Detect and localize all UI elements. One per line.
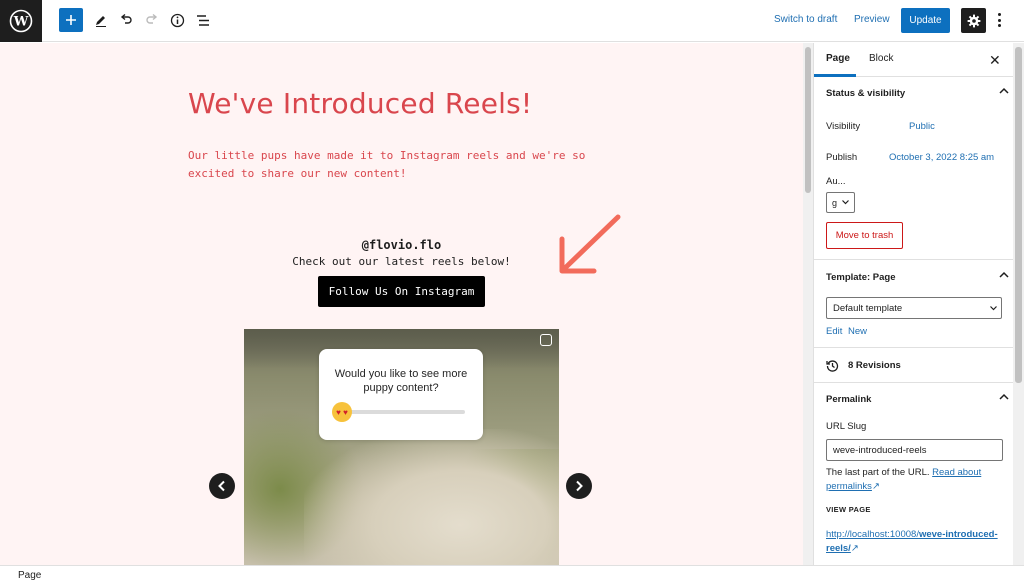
url-slug-input[interactable]: weve-introduced-reels <box>826 439 1003 461</box>
template-panel-toggle[interactable]: Template: Page <box>826 271 1013 283</box>
editor-footer: Page <box>0 565 1024 583</box>
sidebar-tabs: Page Block ✕ <box>814 43 1013 77</box>
chevron-down-icon <box>842 200 849 205</box>
author-label: Au... <box>826 176 846 187</box>
settings-gear-icon[interactable] <box>961 8 986 33</box>
reel-sand-path <box>304 429 559 565</box>
heart-eyes-emoji-icon[interactable]: ♥ ♥ <box>332 402 352 422</box>
tab-block[interactable]: Block <box>869 53 893 64</box>
canvas-scrollbar-thumb[interactable] <box>805 47 811 193</box>
close-icon[interactable]: ✕ <box>989 52 1001 69</box>
external-link-icon: ↗ <box>850 543 859 554</box>
breadcrumb[interactable]: Page <box>18 570 41 581</box>
author-select[interactable]: g <box>826 192 855 213</box>
permalink-url[interactable]: http://localhost:10008/weve-introduced-r… <box>826 528 1002 556</box>
external-link-icon: ↗ <box>871 481 880 492</box>
move-to-trash-button[interactable]: Move to trash <box>826 222 903 249</box>
divider <box>814 347 1013 348</box>
author-value: g <box>832 197 838 208</box>
canvas-scrollbar[interactable] <box>803 43 813 565</box>
template-new-link[interactable]: New <box>848 326 867 337</box>
divider <box>814 259 1013 260</box>
add-block-button[interactable] <box>59 8 83 32</box>
chevron-up-icon <box>999 87 1009 94</box>
divider <box>814 382 1013 383</box>
chevron-up-icon <box>999 271 1009 278</box>
undo-icon[interactable] <box>114 8 138 32</box>
status-visibility-heading: Status & visibility <box>826 88 906 99</box>
permalink-help-text: The last part of the URL. Read about per… <box>826 466 1002 494</box>
permalink-panel-toggle[interactable]: Permalink <box>826 393 1013 405</box>
instagram-reel-embed[interactable]: Would you like to see more puppy content… <box>244 329 559 565</box>
revisions-history-icon <box>826 360 839 372</box>
template-edit-link[interactable]: Edit <box>826 326 842 337</box>
visibility-link[interactable]: Public <box>909 121 935 132</box>
active-tab-indicator <box>814 74 856 77</box>
sidebar-scrollbar[interactable] <box>1013 43 1024 565</box>
url-slug-label: URL Slug <box>826 421 867 432</box>
update-button[interactable]: Update <box>901 8 950 33</box>
instagram-handle: @flovio.flo <box>361 238 442 252</box>
options-kebab-icon[interactable] <box>994 10 1004 30</box>
reels-subtitle: Check out our latest reels below! <box>292 255 511 268</box>
chevron-up-icon <box>999 393 1009 400</box>
intro-paragraph[interactable]: Our little pups have made it to Instagra… <box>188 147 618 183</box>
publish-label: Publish <box>826 152 858 163</box>
top-toolbar: W Switch to draft Preview Update <box>0 0 1024 42</box>
publish-date-link[interactable]: October 3, 2022 8:25 am <box>889 152 994 163</box>
redo-icon[interactable] <box>140 8 164 32</box>
preview-button[interactable]: Preview <box>854 14 890 25</box>
revisions-label: 8 Revisions <box>848 360 901 371</box>
svg-text:W: W <box>13 15 29 30</box>
poll-question: Would you like to see more puppy content… <box>334 368 468 394</box>
follow-instagram-button[interactable]: Follow Us On Instagram <box>318 276 485 307</box>
chevron-down-icon <box>990 306 997 311</box>
view-page-label: VIEW PAGE <box>826 505 871 514</box>
visibility-label: Visibility <box>826 121 861 132</box>
settings-sidebar: Page Block ✕ Status & visibility Visibil… <box>813 43 1013 565</box>
list-view-icon[interactable] <box>191 8 215 32</box>
tab-page[interactable]: Page <box>826 53 850 64</box>
sidebar-scrollbar-thumb[interactable] <box>1015 47 1022 383</box>
poll-slider-track[interactable] <box>349 410 465 414</box>
page-title[interactable]: We've Introduced Reels! <box>188 87 532 120</box>
template-select[interactable]: Default template <box>826 297 1002 319</box>
permalink-heading: Permalink <box>826 394 872 405</box>
template-value: Default template <box>833 302 903 314</box>
previous-arrow-icon[interactable] <box>209 473 235 499</box>
wordpress-logo-icon[interactable]: W <box>0 0 42 42</box>
switch-to-draft-button[interactable]: Switch to draft <box>774 14 837 25</box>
next-arrow-icon[interactable] <box>566 473 592 499</box>
details-info-icon[interactable] <box>165 8 189 32</box>
poll-sticker[interactable]: Would you like to see more puppy content… <box>319 349 483 440</box>
editor-canvas: We've Introduced Reels! Our little pups … <box>0 43 803 565</box>
permalink-url-prefix[interactable]: http://localhost:10008/ <box>826 529 919 540</box>
template-heading: Template: Page <box>826 272 896 283</box>
permalink-help-label: The last part of the URL. <box>826 467 930 478</box>
reels-icon <box>540 334 552 346</box>
wordpress-editor: W Switch to draft Preview Update We've I… <box>0 0 1024 583</box>
edit-tools-pencil-icon[interactable] <box>89 8 113 32</box>
status-visibility-toggle[interactable]: Status & visibility <box>826 87 1013 99</box>
